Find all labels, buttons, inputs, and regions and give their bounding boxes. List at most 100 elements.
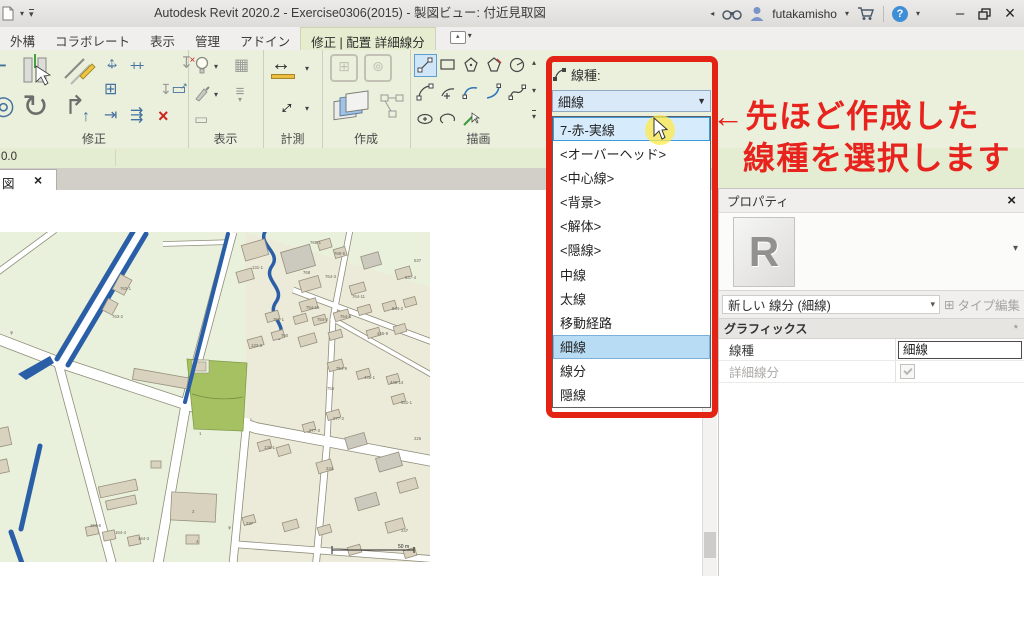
panel-label-modify[interactable]: 修正 bbox=[0, 130, 188, 147]
tab-manage[interactable]: 管理 bbox=[185, 27, 230, 50]
dropdown-item[interactable]: <背景> bbox=[553, 190, 710, 214]
minimize-button[interactable]: – bbox=[950, 5, 970, 22]
app-store-cart-icon[interactable] bbox=[857, 6, 875, 21]
tab-addins[interactable]: アドイン bbox=[230, 27, 300, 50]
delete-icon[interactable]: × bbox=[158, 106, 169, 127]
dropdown-item[interactable]: <中心線> bbox=[553, 165, 710, 189]
dropdown-item[interactable]: <隠線> bbox=[553, 238, 710, 262]
dropdown-item[interactable]: 移動経路 bbox=[553, 310, 710, 334]
rotate-icon[interactable]: ↻ bbox=[22, 90, 49, 122]
join-geometry-icon[interactable]: ⌐ bbox=[0, 52, 7, 78]
panel-label-measure[interactable]: 計測 bbox=[263, 130, 322, 147]
view-tab-drafting[interactable]: 図 × bbox=[0, 169, 57, 191]
combobox-arrow-icon[interactable]: ▼ bbox=[697, 96, 710, 106]
tab-collaborate[interactable]: コラボレート bbox=[45, 27, 140, 50]
measure-dropdown-icon[interactable]: ▾ bbox=[305, 64, 309, 73]
new-file-dropdown-icon[interactable]: ▾ bbox=[20, 9, 24, 18]
type-selector-arrow-icon[interactable]: ▾ bbox=[930, 299, 939, 310]
draw-inscribed-polygon-icon[interactable] bbox=[461, 55, 482, 76]
linework-brush-icon[interactable] bbox=[194, 86, 210, 102]
align-end-icon[interactable]: ⇥ bbox=[104, 108, 117, 124]
edit-type-button[interactable]: ⊞ タイプ編集 bbox=[944, 295, 1020, 314]
tab-modify-place-detail-lines[interactable]: 修正 | 配置 詳細線分 bbox=[300, 27, 436, 50]
measure-length-icon[interactable]: ↔ bbox=[271, 54, 291, 74]
move-icon[interactable]: ↔↕ bbox=[104, 56, 120, 72]
draw-scroll-up-icon[interactable]: ▴ bbox=[532, 58, 536, 67]
dropdown-item[interactable]: 細線 bbox=[553, 335, 710, 359]
linework-dropdown-icon[interactable]: ▾ bbox=[214, 90, 218, 99]
dropdown-item[interactable]: 線分 bbox=[553, 359, 710, 383]
draw-ellipse-icon[interactable] bbox=[415, 109, 436, 130]
dropdown-item[interactable]: 太線 bbox=[553, 286, 710, 310]
pick-lines-icon[interactable] bbox=[461, 109, 482, 130]
lightbulb-icon[interactable] bbox=[194, 56, 210, 74]
linetype-value-field[interactable]: 細線 bbox=[898, 341, 1022, 359]
user-dropdown-icon[interactable]: ▾ bbox=[845, 9, 849, 18]
signed-in-user[interactable]: futakamisho bbox=[772, 7, 837, 21]
array-icon[interactable]: ⊞ bbox=[104, 82, 117, 98]
view-settings-icon[interactable]: ▦ bbox=[234, 58, 249, 74]
section-collapse-icon[interactable]: * bbox=[1014, 323, 1018, 335]
offset-icon[interactable] bbox=[62, 56, 96, 86]
help-dropdown-icon[interactable]: ▾ bbox=[916, 9, 920, 18]
displace-elements-icon[interactable]: ▭ bbox=[194, 112, 208, 127]
property-row-detail-line: 詳細線分 bbox=[719, 361, 1024, 383]
panel-label-view[interactable]: 表示 bbox=[188, 130, 263, 147]
type-preview-dropdown-icon[interactable]: ▾ bbox=[1013, 243, 1018, 254]
tab-view[interactable]: 表示 bbox=[140, 27, 185, 50]
cut-geometry-icon[interactable]: ◎ bbox=[0, 92, 15, 118]
collapse-left-icon[interactable]: ◂ bbox=[710, 9, 714, 18]
create-group-icon[interactable]: ⊞ bbox=[330, 54, 358, 82]
create-similar-icon[interactable]: ⊚ bbox=[364, 54, 392, 82]
new-file-icon[interactable] bbox=[2, 6, 15, 21]
scrollbar-thumb[interactable] bbox=[704, 532, 716, 558]
properties-close-icon[interactable]: × bbox=[1007, 192, 1016, 209]
draw-rectangle-icon[interactable] bbox=[438, 55, 459, 76]
dropdown-item[interactable]: <オーバーヘッド> bbox=[553, 141, 710, 165]
measure-between-icon[interactable]: ↔ bbox=[271, 92, 299, 120]
tab-exterior[interactable]: 外構 bbox=[0, 27, 45, 50]
component-diagram-icon[interactable] bbox=[380, 94, 406, 120]
search-binoculars-icon[interactable] bbox=[722, 7, 742, 21]
help-icon[interactable]: ? bbox=[892, 6, 908, 22]
offset-value[interactable]: 0.0 bbox=[1, 151, 17, 163]
draw-fillet-arc-icon[interactable] bbox=[484, 82, 505, 103]
visibility-dropdown-icon[interactable]: ▾ bbox=[214, 62, 218, 71]
duplicate-view-planes-icon[interactable] bbox=[332, 88, 372, 124]
draw-spline-icon[interactable] bbox=[507, 82, 528, 103]
measure-between-dropdown-icon[interactable]: ▾ bbox=[305, 104, 309, 113]
scale-icon[interactable]: ▭↗ bbox=[171, 82, 187, 98]
draw-tangent-arc-icon[interactable] bbox=[461, 82, 482, 103]
override-lines-icon[interactable]: ≡▾ bbox=[232, 84, 248, 100]
ribbon-display-toggle[interactable]: ▴ ▾ bbox=[450, 27, 472, 50]
copy-icon[interactable]: ++ bbox=[130, 58, 142, 72]
draw-expand-icon[interactable]: ▾ bbox=[532, 110, 536, 121]
type-preview[interactable]: R ▾ bbox=[719, 212, 1024, 291]
draw-partial-ellipse-icon[interactable] bbox=[438, 109, 459, 130]
user-icon[interactable] bbox=[750, 6, 764, 21]
dropdown-item[interactable]: <解体> bbox=[553, 214, 710, 238]
view-tab-close-icon[interactable]: × bbox=[34, 172, 42, 188]
draw-arc-center-ends-icon[interactable] bbox=[438, 82, 459, 103]
detail-line-checkbox[interactable] bbox=[900, 364, 915, 379]
panel-label-draw[interactable]: 描画 bbox=[410, 130, 547, 147]
dropdown-item[interactable]: 7-赤-実線 bbox=[553, 117, 710, 141]
draw-circle-icon[interactable] bbox=[507, 55, 528, 76]
dropdown-item[interactable]: 中線 bbox=[553, 262, 710, 286]
annotation-line1: ←先ほど作成した bbox=[712, 97, 980, 135]
panel-label-create[interactable]: 作成 bbox=[322, 130, 410, 147]
align-icon[interactable] bbox=[18, 54, 54, 88]
restore-button[interactable] bbox=[978, 8, 992, 20]
match-properties-icon[interactable]: ⇶ bbox=[130, 108, 143, 124]
draw-circumscribed-polygon-icon[interactable] bbox=[484, 55, 505, 76]
draw-arc-start-end-icon[interactable] bbox=[415, 82, 436, 103]
draw-scroll-down-icon[interactable]: ▾ bbox=[532, 86, 536, 95]
close-button[interactable]: × bbox=[1000, 3, 1020, 24]
type-selector[interactable]: 新しい 線分 (細線) ▾ bbox=[722, 295, 940, 314]
dropdown-item[interactable]: 隠線 bbox=[553, 383, 710, 407]
qat-customize-icon[interactable]: ▾ bbox=[29, 9, 34, 18]
pin-icon[interactable]: ↧ bbox=[160, 82, 172, 96]
line-style-combobox[interactable]: 細線 ▼ bbox=[552, 90, 711, 112]
draw-line-icon[interactable] bbox=[415, 55, 436, 76]
section-graphics[interactable]: グラフィックス bbox=[724, 320, 807, 337]
